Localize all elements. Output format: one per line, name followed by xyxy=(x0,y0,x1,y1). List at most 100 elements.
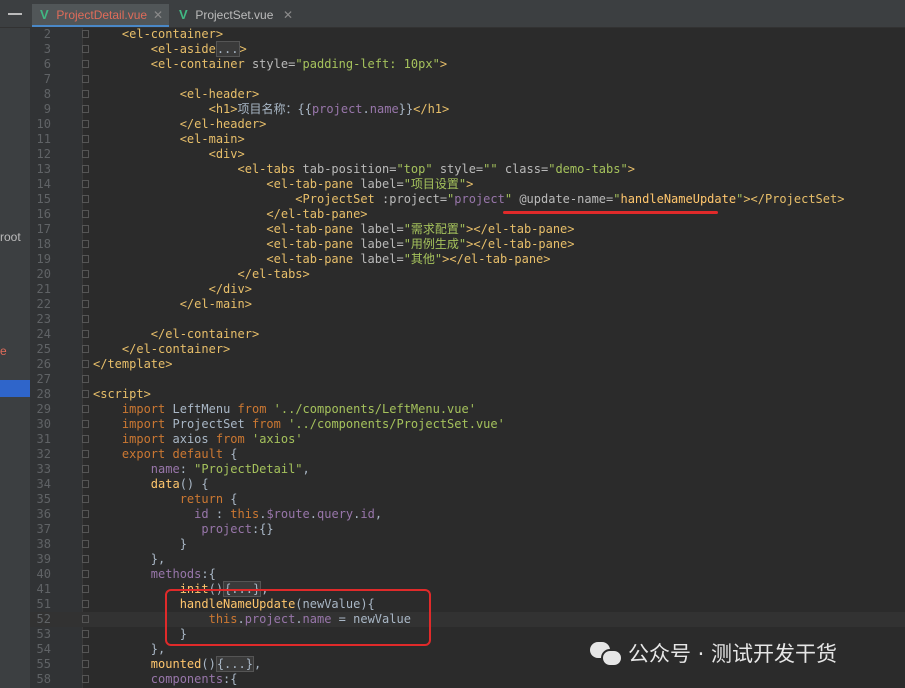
line-number: 53 xyxy=(36,627,51,641)
code-line[interactable]: 19 <el-tab-pane label="其他"></el-tab-pane… xyxy=(30,252,905,267)
fold-marker-icon[interactable] xyxy=(82,390,89,398)
code-line[interactable]: 30 import ProjectSet from '../components… xyxy=(30,417,905,432)
tree-selection-highlight[interactable] xyxy=(0,380,30,397)
code-line[interactable]: 2 <el-container> xyxy=(30,27,905,42)
code-editor[interactable]: 2 <el-container> 3 <el-aside...> 6 <el-con… xyxy=(30,27,905,687)
code-line[interactable]: 22 </el-main> xyxy=(30,297,905,312)
fold-marker-icon[interactable] xyxy=(82,645,89,653)
fold-marker-icon[interactable] xyxy=(82,120,89,128)
fold-marker-icon[interactable] xyxy=(82,405,89,413)
code-line[interactable]: 27 xyxy=(30,372,905,387)
menu-icon[interactable] xyxy=(8,13,22,15)
fold-marker-icon[interactable] xyxy=(82,195,89,203)
fold-marker-icon[interactable] xyxy=(82,225,89,233)
tree-node-fragment[interactable]: root xyxy=(0,230,21,244)
code-line[interactable]: 36 id : this.$route.query.id, xyxy=(30,507,905,522)
code-line[interactable]: 3 <el-aside...> xyxy=(30,41,905,57)
close-icon[interactable]: ✕ xyxy=(283,4,293,26)
code-line[interactable]: 52 this.project.name = newValue xyxy=(30,612,905,627)
code-line[interactable]: 16 </el-tab-pane> xyxy=(30,207,905,222)
tab-project-set[interactable]: V ProjectSet.vue ✕ xyxy=(171,4,299,27)
code-line[interactable]: 32 export default { xyxy=(30,447,905,462)
code-line[interactable]: 39 }, xyxy=(30,552,905,567)
tree-node-fragment[interactable]: e xyxy=(0,344,7,358)
fold-marker-icon[interactable] xyxy=(82,300,89,308)
code-line[interactable]: 26 </template> xyxy=(30,357,905,372)
fold-marker-icon[interactable] xyxy=(82,75,89,83)
fold-marker-icon[interactable] xyxy=(82,450,89,458)
code-line[interactable]: 8 <el-header> xyxy=(30,87,905,102)
line-number: 25 xyxy=(36,342,51,356)
fold-marker-icon[interactable] xyxy=(82,180,89,188)
fold-marker-icon[interactable] xyxy=(82,510,89,518)
code-line[interactable]: 6 <el-container style="padding-left: 10p… xyxy=(30,57,905,72)
code-text: </template> xyxy=(93,357,173,371)
code-line[interactable]: 11 <el-main> xyxy=(30,132,905,147)
code-line[interactable]: 10 </el-header> xyxy=(30,117,905,132)
code-line[interactable]: 17 <el-tab-pane label="需求配置"></el-tab-pa… xyxy=(30,222,905,237)
code-line[interactable]: 37 project:{} xyxy=(30,522,905,537)
code-line[interactable]: 35 return { xyxy=(30,492,905,507)
code-line[interactable]: 18 <el-tab-pane label="用例生成"></el-tab-pa… xyxy=(30,237,905,252)
code-line[interactable]: 12 <div> xyxy=(30,147,905,162)
fold-marker-icon[interactable] xyxy=(82,270,89,278)
code-line[interactable]: 41 init(){...}, xyxy=(30,581,905,597)
fold-marker-icon[interactable] xyxy=(82,465,89,473)
fold-marker-icon[interactable] xyxy=(82,30,89,38)
fold-marker-icon[interactable] xyxy=(82,630,89,638)
code-line[interactable]: 7 xyxy=(30,72,905,87)
line-number: 11 xyxy=(36,132,51,146)
fold-marker-icon[interactable] xyxy=(82,165,89,173)
code-line[interactable]: 25 </el-container> xyxy=(30,342,905,357)
code-line[interactable]: 29 import LeftMenu from '../components/L… xyxy=(30,402,905,417)
fold-marker-icon[interactable] xyxy=(82,345,89,353)
code-line[interactable]: 15 <ProjectSet :project="project" @updat… xyxy=(30,192,905,207)
fold-marker-icon[interactable] xyxy=(82,540,89,548)
code-line[interactable]: 14 <el-tab-pane label="项目设置"> xyxy=(30,177,905,192)
fold-marker-icon[interactable] xyxy=(82,375,89,383)
code-line[interactable]: 40 methods:{ xyxy=(30,567,905,582)
fold-marker-icon[interactable] xyxy=(82,615,89,623)
fold-marker-icon[interactable] xyxy=(82,435,89,443)
fold-marker-icon[interactable] xyxy=(82,315,89,323)
fold-marker-icon[interactable] xyxy=(82,660,89,668)
fold-marker-icon[interactable] xyxy=(82,105,89,113)
code-line[interactable]: 9 <h1>项目名称：{{project.name}}</h1> xyxy=(30,102,905,117)
fold-marker-icon[interactable] xyxy=(82,360,89,368)
fold-marker-icon[interactable] xyxy=(82,480,89,488)
fold-marker-icon[interactable] xyxy=(82,60,89,68)
fold-marker-icon[interactable] xyxy=(82,45,89,53)
fold-marker-icon[interactable] xyxy=(82,495,89,503)
tab-project-detail[interactable]: V ProjectDetail.vue ✕ xyxy=(32,4,169,27)
fold-marker-icon[interactable] xyxy=(82,570,89,578)
fold-marker-icon[interactable] xyxy=(82,150,89,158)
code-line[interactable]: 24 </el-container> xyxy=(30,327,905,342)
code-line[interactable]: 20 </el-tabs> xyxy=(30,267,905,282)
fold-marker-icon[interactable] xyxy=(82,585,89,593)
code-line[interactable]: 33 name: "ProjectDetail", xyxy=(30,462,905,477)
fold-marker-icon[interactable] xyxy=(82,330,89,338)
fold-marker-icon[interactable] xyxy=(82,210,89,218)
code-line[interactable]: 21 </div> xyxy=(30,282,905,297)
fold-marker-icon[interactable] xyxy=(82,420,89,428)
code-line[interactable]: 28 <script> xyxy=(30,387,905,402)
fold-marker-icon[interactable] xyxy=(82,525,89,533)
fold-marker-icon[interactable] xyxy=(82,285,89,293)
fold-marker-icon[interactable] xyxy=(82,555,89,563)
fold-marker-icon[interactable] xyxy=(82,675,89,683)
fold-marker-icon[interactable] xyxy=(82,600,89,608)
code-line[interactable]: 38 } xyxy=(30,537,905,552)
code-text: import LeftMenu from '../components/Left… xyxy=(121,402,476,416)
code-line[interactable]: 51 handleNameUpdate(newValue){ xyxy=(30,597,905,612)
fold-marker-icon[interactable] xyxy=(82,255,89,263)
fold-marker-icon[interactable] xyxy=(82,90,89,98)
line-number: 38 xyxy=(36,537,51,551)
code-line[interactable]: 13 <el-tabs tab-position="top" style="" … xyxy=(30,162,905,177)
close-icon[interactable]: ✕ xyxy=(153,4,163,26)
code-line[interactable]: 34 data() { xyxy=(30,477,905,492)
fold-marker-icon[interactable] xyxy=(82,240,89,248)
code-line[interactable]: 31 import axios from 'axios' xyxy=(30,432,905,447)
code-line[interactable]: 23 xyxy=(30,312,905,327)
code-line[interactable]: 58 components:{ xyxy=(30,672,905,687)
fold-marker-icon[interactable] xyxy=(82,135,89,143)
